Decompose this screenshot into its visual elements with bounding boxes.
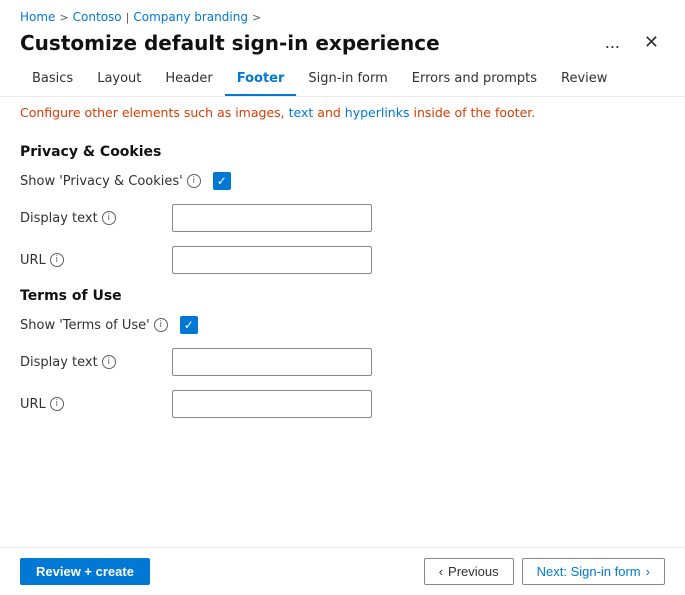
check-icon: ✓ <box>217 175 227 187</box>
page-title: Customize default sign-in experience <box>20 31 440 55</box>
next-label: Next: Sign-in form <box>537 564 641 579</box>
main-content: Privacy & Cookies Show 'Privacy & Cookie… <box>0 128 685 547</box>
breadcrumb: Home > Contoso | Company branding > <box>0 0 685 28</box>
tabs-bar: Basics Layout Header Footer Sign-in form… <box>0 63 685 97</box>
privacy-display-text-input[interactable] <box>172 204 372 232</box>
terms-url-row: URL i <box>20 390 665 418</box>
terms-url-label: URL i <box>20 397 160 412</box>
more-options-button[interactable]: ... <box>599 30 626 55</box>
show-terms-label-text: Show 'Terms of Use' <box>20 318 150 333</box>
show-terms-row: Show 'Terms of Use' i ✓ <box>20 316 665 334</box>
privacy-display-text-label: Display text i <box>20 211 160 226</box>
show-privacy-row: Show 'Privacy & Cookies' i ✓ <box>20 172 665 190</box>
tab-basics[interactable]: Basics <box>20 63 85 96</box>
privacy-url-label-text: URL <box>20 253 46 268</box>
privacy-display-text-row: Display text i <box>20 204 665 232</box>
header-actions: ... ✕ <box>599 30 665 55</box>
tab-header[interactable]: Header <box>153 63 224 96</box>
privacy-display-text-info-icon[interactable]: i <box>102 211 116 225</box>
info-link-text[interactable]: text <box>289 105 314 120</box>
show-privacy-label-text: Show 'Privacy & Cookies' <box>20 174 183 189</box>
privacy-url-input[interactable] <box>172 246 372 274</box>
nav-group: ‹ Previous Next: Sign-in form › <box>424 558 665 585</box>
info-text-after: inside of the footer. <box>413 105 535 120</box>
check-icon-2: ✓ <box>184 319 194 331</box>
tab-errors-prompts[interactable]: Errors and prompts <box>400 63 549 96</box>
tab-layout[interactable]: Layout <box>85 63 153 96</box>
review-create-button[interactable]: Review + create <box>20 558 150 585</box>
show-terms-info-icon[interactable]: i <box>154 318 168 332</box>
terms-url-input[interactable] <box>172 390 372 418</box>
show-terms-label: Show 'Terms of Use' i <box>20 318 168 333</box>
tab-review[interactable]: Review <box>549 63 619 96</box>
terms-of-use-title: Terms of Use <box>20 288 665 304</box>
tab-signin-form[interactable]: Sign-in form <box>296 63 399 96</box>
terms-display-text-info-icon[interactable]: i <box>102 355 116 369</box>
terms-url-label-text: URL <box>20 397 46 412</box>
page-wrapper: Home > Contoso | Company branding > Cust… <box>0 0 685 595</box>
breadcrumb-sep-2: | <box>126 11 130 24</box>
show-privacy-label: Show 'Privacy & Cookies' i <box>20 174 201 189</box>
close-button[interactable]: ✕ <box>638 30 665 55</box>
show-terms-checkbox[interactable]: ✓ <box>180 316 198 334</box>
terms-url-info-icon[interactable]: i <box>50 397 64 411</box>
chevron-left-icon: ‹ <box>439 564 443 579</box>
footer-bar: Review + create ‹ Previous Next: Sign-in… <box>0 547 685 595</box>
privacy-display-text-label-text: Display text <box>20 211 98 226</box>
privacy-url-info-icon[interactable]: i <box>50 253 64 267</box>
header-row: Customize default sign-in experience ...… <box>0 28 685 63</box>
terms-display-text-label: Display text i <box>20 355 160 370</box>
breadcrumb-contoso[interactable]: Contoso <box>73 10 122 24</box>
breadcrumb-sep-3: > <box>252 11 261 24</box>
info-link-hyperlinks[interactable]: hyperlinks <box>345 105 410 120</box>
terms-display-text-input[interactable] <box>172 348 372 376</box>
terms-display-text-label-text: Display text <box>20 355 98 370</box>
previous-button[interactable]: ‹ Previous <box>424 558 514 585</box>
info-bar: Configure other elements such as images,… <box>0 97 685 128</box>
info-text-before: Configure other elements such as images, <box>20 105 285 120</box>
privacy-url-label: URL i <box>20 253 160 268</box>
privacy-url-row: URL i <box>20 246 665 274</box>
terms-display-text-row: Display text i <box>20 348 665 376</box>
breadcrumb-sep-1: > <box>59 11 68 24</box>
show-privacy-info-icon[interactable]: i <box>187 174 201 188</box>
previous-label: Previous <box>448 564 499 579</box>
tab-footer[interactable]: Footer <box>225 63 297 96</box>
chevron-right-icon: › <box>646 564 650 579</box>
next-button[interactable]: Next: Sign-in form › <box>522 558 665 585</box>
breadcrumb-company-branding[interactable]: Company branding <box>133 10 248 24</box>
breadcrumb-home[interactable]: Home <box>20 10 55 24</box>
info-text-middle: and <box>317 105 345 120</box>
privacy-cookies-title: Privacy & Cookies <box>20 144 665 160</box>
show-privacy-checkbox[interactable]: ✓ <box>213 172 231 190</box>
